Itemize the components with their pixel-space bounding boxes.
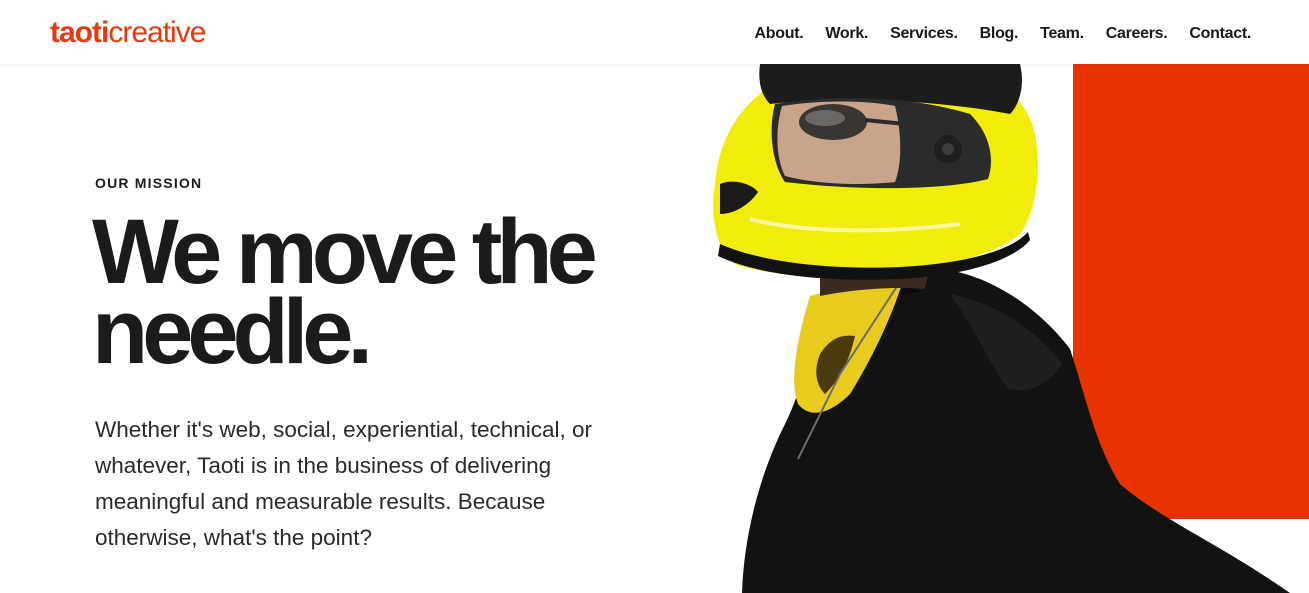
hero-image	[690, 64, 1309, 593]
sunglasses-reflection	[805, 110, 845, 126]
nav-work[interactable]: Work.	[825, 25, 868, 43]
red-accent-block	[1073, 64, 1309, 519]
mission-headline: We move the needle.	[92, 206, 652, 378]
main-nav: About. Work. Services. Blog. Team. Caree…	[755, 25, 1252, 43]
nav-blog[interactable]: Blog.	[980, 25, 1019, 43]
site-header: taoticreative About. Work. Services. Blo…	[0, 0, 1309, 64]
taoti-creative-logo[interactable]: taoticreative	[50, 16, 206, 50]
nav-contact[interactable]: Contact.	[1189, 25, 1251, 43]
headline-line-2: needle.	[92, 281, 373, 383]
visor-hinge-inner	[942, 143, 954, 155]
page: taoticreative About. Work. Services. Blo…	[0, 0, 1309, 593]
mission-body: Whether it's web, social, experiential, …	[95, 417, 593, 550]
hero-illustration	[713, 64, 1309, 593]
mission-eyebrow: OUR MISSION	[95, 175, 203, 191]
nav-team[interactable]: Team.	[1040, 25, 1084, 43]
logo-bold-text: taoti	[50, 16, 109, 49]
nav-careers[interactable]: Careers.	[1106, 25, 1168, 43]
nav-about[interactable]: About.	[755, 25, 804, 43]
logo-light-text: creative	[108, 16, 206, 49]
nav-services[interactable]: Services.	[890, 25, 958, 43]
